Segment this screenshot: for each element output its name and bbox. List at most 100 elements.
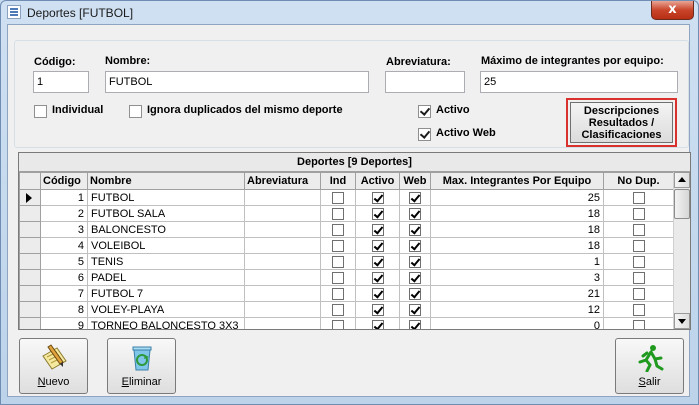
abreviatura-field[interactable] bbox=[385, 71, 465, 93]
web-checkbox[interactable] bbox=[409, 223, 421, 236]
col-header-no-dup[interactable]: No Dup. bbox=[603, 172, 674, 190]
cell-codigo[interactable]: 5 bbox=[40, 253, 88, 270]
codigo-field[interactable]: 1 bbox=[33, 71, 89, 93]
cell-nombre[interactable]: BALONCESTO bbox=[87, 221, 245, 238]
ind-checkbox[interactable] bbox=[332, 287, 344, 300]
cell-nombre[interactable]: TENIS bbox=[87, 253, 245, 270]
no-dup-checkbox[interactable] bbox=[632, 255, 645, 268]
ind-checkbox[interactable] bbox=[332, 255, 344, 268]
table-row[interactable]: 2 FUTBOL SALA 18 bbox=[19, 205, 674, 222]
no-dup-checkbox[interactable] bbox=[632, 223, 645, 236]
nuevo-button[interactable]: Nuevo bbox=[19, 338, 88, 394]
cell-nombre[interactable]: FUTBOL bbox=[87, 189, 245, 206]
web-checkbox[interactable] bbox=[409, 319, 421, 329]
activo-checkbox[interactable] bbox=[418, 105, 431, 118]
col-header-max-integrantes[interactable]: Max. Integrantes Por Equipo bbox=[430, 172, 604, 190]
activo-checkbox[interactable] bbox=[371, 287, 384, 300]
col-header-codigo[interactable]: Código bbox=[40, 172, 88, 190]
table-row[interactable]: 3 BALONCESTO 18 bbox=[19, 221, 674, 238]
no-dup-checkbox[interactable] bbox=[632, 287, 645, 300]
activo-checkbox[interactable] bbox=[371, 223, 384, 236]
col-header-web[interactable]: Web bbox=[399, 172, 431, 190]
max-integrantes-field[interactable]: 25 bbox=[480, 71, 678, 93]
web-checkbox[interactable] bbox=[409, 207, 421, 220]
row-selector[interactable] bbox=[19, 253, 41, 270]
row-selector[interactable] bbox=[19, 189, 41, 206]
table-row[interactable]: 7 FUTBOL 7 21 bbox=[19, 285, 674, 302]
activo-checkbox[interactable] bbox=[371, 239, 384, 252]
cell-nombre[interactable]: FUTBOL 7 bbox=[87, 285, 245, 302]
table-row[interactable]: 1 FUTBOL 25 bbox=[19, 189, 674, 206]
activo-checkbox[interactable] bbox=[371, 303, 384, 316]
row-selector[interactable] bbox=[19, 205, 41, 222]
cell-abreviatura[interactable] bbox=[244, 237, 321, 254]
cell-max-integrantes[interactable]: 18 bbox=[430, 205, 604, 222]
cell-max-integrantes[interactable]: 1 bbox=[430, 253, 604, 270]
ind-checkbox[interactable] bbox=[332, 239, 344, 252]
activo-web-checkbox[interactable] bbox=[418, 128, 431, 141]
activo-checkbox[interactable] bbox=[371, 191, 384, 204]
row-selector[interactable] bbox=[19, 317, 41, 329]
ind-checkbox[interactable] bbox=[332, 191, 344, 204]
activo-checkbox[interactable] bbox=[371, 207, 384, 220]
col-header-nombre[interactable]: Nombre bbox=[87, 172, 245, 190]
col-header-ind[interactable]: Ind bbox=[320, 172, 356, 190]
ind-checkbox[interactable] bbox=[332, 319, 344, 329]
cell-nombre[interactable]: VOLEY-PLAYA bbox=[87, 301, 245, 318]
cell-abreviatura[interactable] bbox=[244, 269, 321, 286]
cell-codigo[interactable]: 2 bbox=[40, 205, 88, 222]
cell-nombre[interactable]: VOLEIBOL bbox=[87, 237, 245, 254]
cell-codigo[interactable]: 4 bbox=[40, 237, 88, 254]
no-dup-checkbox[interactable] bbox=[632, 271, 645, 284]
web-checkbox[interactable] bbox=[409, 303, 421, 316]
cell-abreviatura[interactable] bbox=[244, 317, 321, 329]
ind-checkbox[interactable] bbox=[332, 271, 344, 284]
table-row[interactable]: 9 TORNEO BALONCESTO 3X3 0 bbox=[19, 317, 674, 329]
no-dup-checkbox[interactable] bbox=[632, 319, 645, 329]
cell-max-integrantes[interactable]: 25 bbox=[430, 189, 604, 206]
close-button[interactable]: x bbox=[651, 1, 694, 20]
cell-max-integrantes[interactable]: 18 bbox=[430, 221, 604, 238]
cell-max-integrantes[interactable]: 21 bbox=[430, 285, 604, 302]
cell-nombre[interactable]: PADEL bbox=[87, 269, 245, 286]
individual-checkbox[interactable] bbox=[34, 105, 47, 118]
grid-vertical-scrollbar[interactable] bbox=[673, 172, 690, 329]
nombre-field[interactable]: FUTBOL bbox=[105, 71, 369, 93]
eliminar-button[interactable]: Eliminar bbox=[107, 338, 176, 394]
cell-abreviatura[interactable] bbox=[244, 301, 321, 318]
table-row[interactable]: 5 TENIS 1 bbox=[19, 253, 674, 270]
cell-abreviatura[interactable] bbox=[244, 189, 321, 206]
cell-abreviatura[interactable] bbox=[244, 205, 321, 222]
ind-checkbox[interactable] bbox=[332, 303, 344, 316]
table-row[interactable]: 4 VOLEIBOL 18 bbox=[19, 237, 674, 254]
col-header-activo[interactable]: Activo bbox=[355, 172, 400, 190]
ind-checkbox[interactable] bbox=[332, 223, 344, 236]
row-selector[interactable] bbox=[19, 285, 41, 302]
row-selector[interactable] bbox=[19, 301, 41, 318]
cell-codigo[interactable]: 7 bbox=[40, 285, 88, 302]
no-dup-checkbox[interactable] bbox=[632, 239, 645, 252]
col-header-abreviatura[interactable]: Abreviatura bbox=[244, 172, 321, 190]
cell-abreviatura[interactable] bbox=[244, 253, 321, 270]
row-selector[interactable] bbox=[19, 269, 41, 286]
no-dup-checkbox[interactable] bbox=[632, 191, 645, 204]
web-checkbox[interactable] bbox=[409, 255, 421, 268]
activo-checkbox[interactable] bbox=[371, 271, 384, 284]
cell-codigo[interactable]: 9 bbox=[40, 317, 88, 329]
cell-codigo[interactable]: 8 bbox=[40, 301, 88, 318]
cell-nombre[interactable]: TORNEO BALONCESTO 3X3 bbox=[87, 317, 245, 329]
cell-max-integrantes[interactable]: 3 bbox=[430, 269, 604, 286]
scroll-up-arrow-icon[interactable] bbox=[674, 172, 690, 188]
row-selector[interactable] bbox=[19, 237, 41, 254]
row-selector[interactable] bbox=[19, 221, 41, 238]
cell-max-integrantes[interactable]: 0 bbox=[430, 317, 604, 329]
cell-max-integrantes[interactable]: 12 bbox=[430, 301, 604, 318]
scroll-down-arrow-icon[interactable] bbox=[674, 313, 690, 329]
activo-checkbox[interactable] bbox=[371, 319, 384, 329]
no-dup-checkbox[interactable] bbox=[632, 303, 645, 316]
cell-abreviatura[interactable] bbox=[244, 285, 321, 302]
web-checkbox[interactable] bbox=[409, 287, 421, 300]
title-bar[interactable]: Deportes [FUTBOL] x bbox=[1, 1, 698, 25]
web-checkbox[interactable] bbox=[409, 191, 421, 204]
descripciones-button[interactable]: Descripciones Resultados / Clasificacion… bbox=[570, 102, 673, 143]
